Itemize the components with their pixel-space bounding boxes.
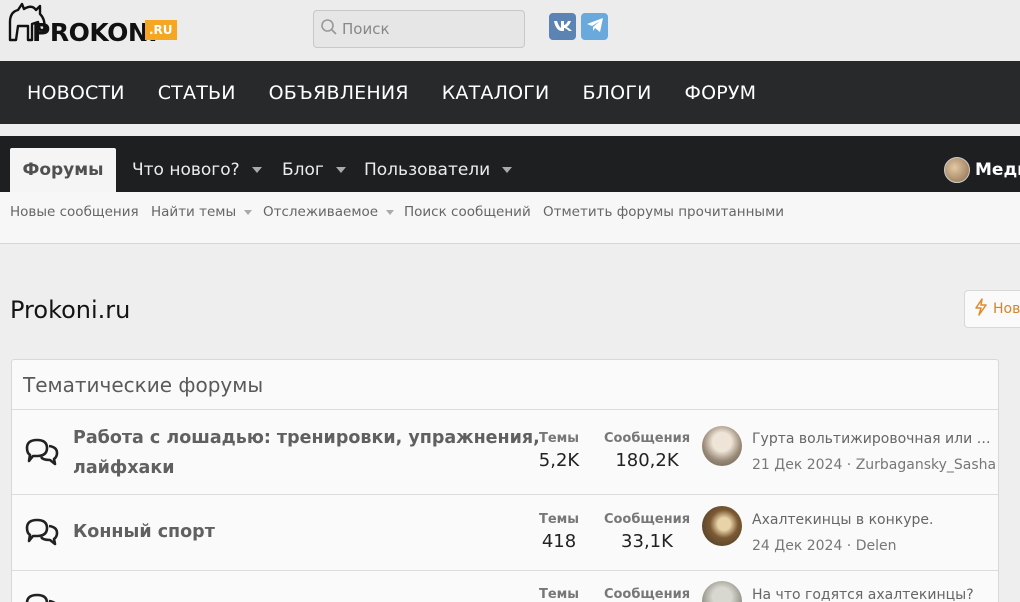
nav-ads[interactable]: ОБЪЯВЛЕНИЯ: [269, 82, 409, 104]
new-posts-button-label: Нов: [993, 301, 1020, 317]
forum-title-line: лайфхаки: [73, 458, 175, 478]
nav-blogs[interactable]: БЛОГИ: [582, 82, 651, 104]
last-post-meta[interactable]: 24 Дек 2024 · Delen: [752, 538, 896, 554]
user-name: Медв: [975, 160, 1020, 180]
messages-label: Сообщения: [603, 512, 691, 527]
speech-bubbles-icon: [24, 591, 60, 602]
lightning-icon: [975, 298, 987, 320]
telegram-icon: [586, 17, 604, 37]
last-post-meta[interactable]: 21 Дек 2024 · Zurbagansky_Sasha: [752, 457, 996, 473]
forum-title-line: Работа с лошадью: тренировки, упражнения…: [73, 428, 540, 448]
new-posts-button[interactable]: Нов: [964, 290, 1020, 328]
subnav-watched-label: Отслеживаемое: [263, 204, 379, 220]
subnav-new-posts[interactable]: Новые сообщения: [10, 204, 139, 220]
telegram-link[interactable]: [581, 13, 608, 40]
threads-count: 418: [541, 531, 577, 552]
tab-forums-label: Форумы: [22, 160, 104, 180]
block-title[interactable]: Тематические форумы: [12, 360, 998, 410]
chevron-down-icon[interactable]: [335, 167, 346, 173]
speech-bubbles-icon: [24, 436, 60, 470]
user-menu[interactable]: Медв: [944, 157, 1020, 183]
forum-row[interactable]: Темы Сообщения На что годятся ахалтекинц…: [12, 571, 998, 602]
speech-bubbles-icon: [24, 516, 60, 550]
subnav-search-posts[interactable]: Поиск сообщений: [404, 204, 531, 220]
messages-stat: Сообщения 180,2K: [602, 431, 692, 471]
sub-nav: Новые сообщения Найти темы Отслеживаемое…: [0, 192, 1020, 244]
tab-blog[interactable]: Блог: [282, 148, 346, 192]
last-post-title[interactable]: На что годятся ахалтекинцы?: [752, 587, 992, 602]
avatar: [944, 157, 970, 183]
page-title: Prokoni.ru: [10, 296, 131, 324]
vk-link[interactable]: [549, 13, 576, 40]
forum-row[interactable]: Работа с лошадью: тренировки, упражнения…: [12, 410, 998, 495]
main-nav: НОВОСТИ СТАТЬИ ОБЪЯВЛЕНИЯ КАТАЛОГИ БЛОГИ…: [0, 61, 1020, 124]
tab-users-label: Пользователи: [364, 160, 491, 180]
search-icon: [320, 18, 338, 40]
avatar[interactable]: [702, 506, 742, 546]
tab-users[interactable]: Пользователи: [364, 148, 513, 192]
forum-category-block: Тематические форумы Работа с лошадью: тр…: [11, 359, 999, 602]
messages-count: 33,1K: [621, 531, 673, 552]
threads-stat: Темы: [534, 587, 584, 602]
subnav-mark-read[interactable]: Отметить форумы прочитанными: [543, 204, 784, 220]
nav-forum[interactable]: ФОРУМ: [685, 82, 757, 104]
logo-text[interactable]: PROKONI: [32, 18, 158, 47]
logo-domain-badge[interactable]: .RU: [145, 20, 177, 40]
subnav-watched[interactable]: Отслеживаемое: [263, 204, 395, 220]
tab-forums[interactable]: Форумы: [10, 148, 116, 192]
messages-stat: Сообщения: [602, 587, 692, 602]
last-post-title[interactable]: Ахалтекинцы в конкуре.: [752, 512, 992, 528]
forum-row[interactable]: Конный спорт Темы 418 Сообщения 33,1K Ах…: [12, 495, 998, 571]
messages-stat: Сообщения 33,1K: [602, 512, 692, 552]
last-post-title[interactable]: Гурта вольтижировочная или седельная?: [752, 431, 992, 447]
search-input[interactable]: [342, 20, 512, 38]
threads-label: Темы: [538, 431, 580, 446]
avatar[interactable]: [702, 581, 742, 602]
avatar[interactable]: [702, 426, 742, 466]
subnav-find-threads[interactable]: Найти темы: [151, 204, 253, 220]
tab-whats-new-label: Что нового?: [132, 160, 240, 180]
top-bar: PROKONI .RU: [0, 0, 1020, 61]
tab-blog-label: Блог: [282, 160, 324, 180]
vk-icon: [553, 17, 573, 36]
messages-label: Сообщения: [603, 431, 691, 446]
threads-label: Темы: [538, 587, 580, 602]
chevron-down-icon[interactable]: [386, 209, 395, 215]
nav-articles[interactable]: СТАТЬИ: [158, 82, 236, 104]
chevron-down-icon[interactable]: [244, 209, 253, 215]
threads-count: 5,2K: [538, 450, 580, 471]
messages-label: Сообщения: [603, 587, 691, 602]
subnav-find-threads-label: Найти темы: [151, 204, 237, 220]
forum-nav: Форумы Что нового? Блог Пользователи Мед…: [0, 136, 1020, 192]
chevron-down-icon[interactable]: [502, 167, 513, 173]
nav-catalogs[interactable]: КАТАЛОГИ: [442, 82, 550, 104]
threads-label: Темы: [538, 512, 580, 527]
messages-count: 180,2K: [615, 450, 679, 471]
forum-title[interactable]: Работа с лошадью: тренировки, упражнения…: [73, 423, 540, 483]
chevron-down-icon[interactable]: [251, 167, 262, 173]
forum-title[interactable]: Конный спорт: [73, 517, 215, 547]
tab-whats-new[interactable]: Что нового?: [132, 148, 262, 192]
threads-stat: Темы 418: [534, 512, 584, 552]
nav-news[interactable]: НОВОСТИ: [27, 82, 125, 104]
search-box[interactable]: [313, 10, 525, 48]
threads-stat: Темы 5,2K: [534, 431, 584, 471]
